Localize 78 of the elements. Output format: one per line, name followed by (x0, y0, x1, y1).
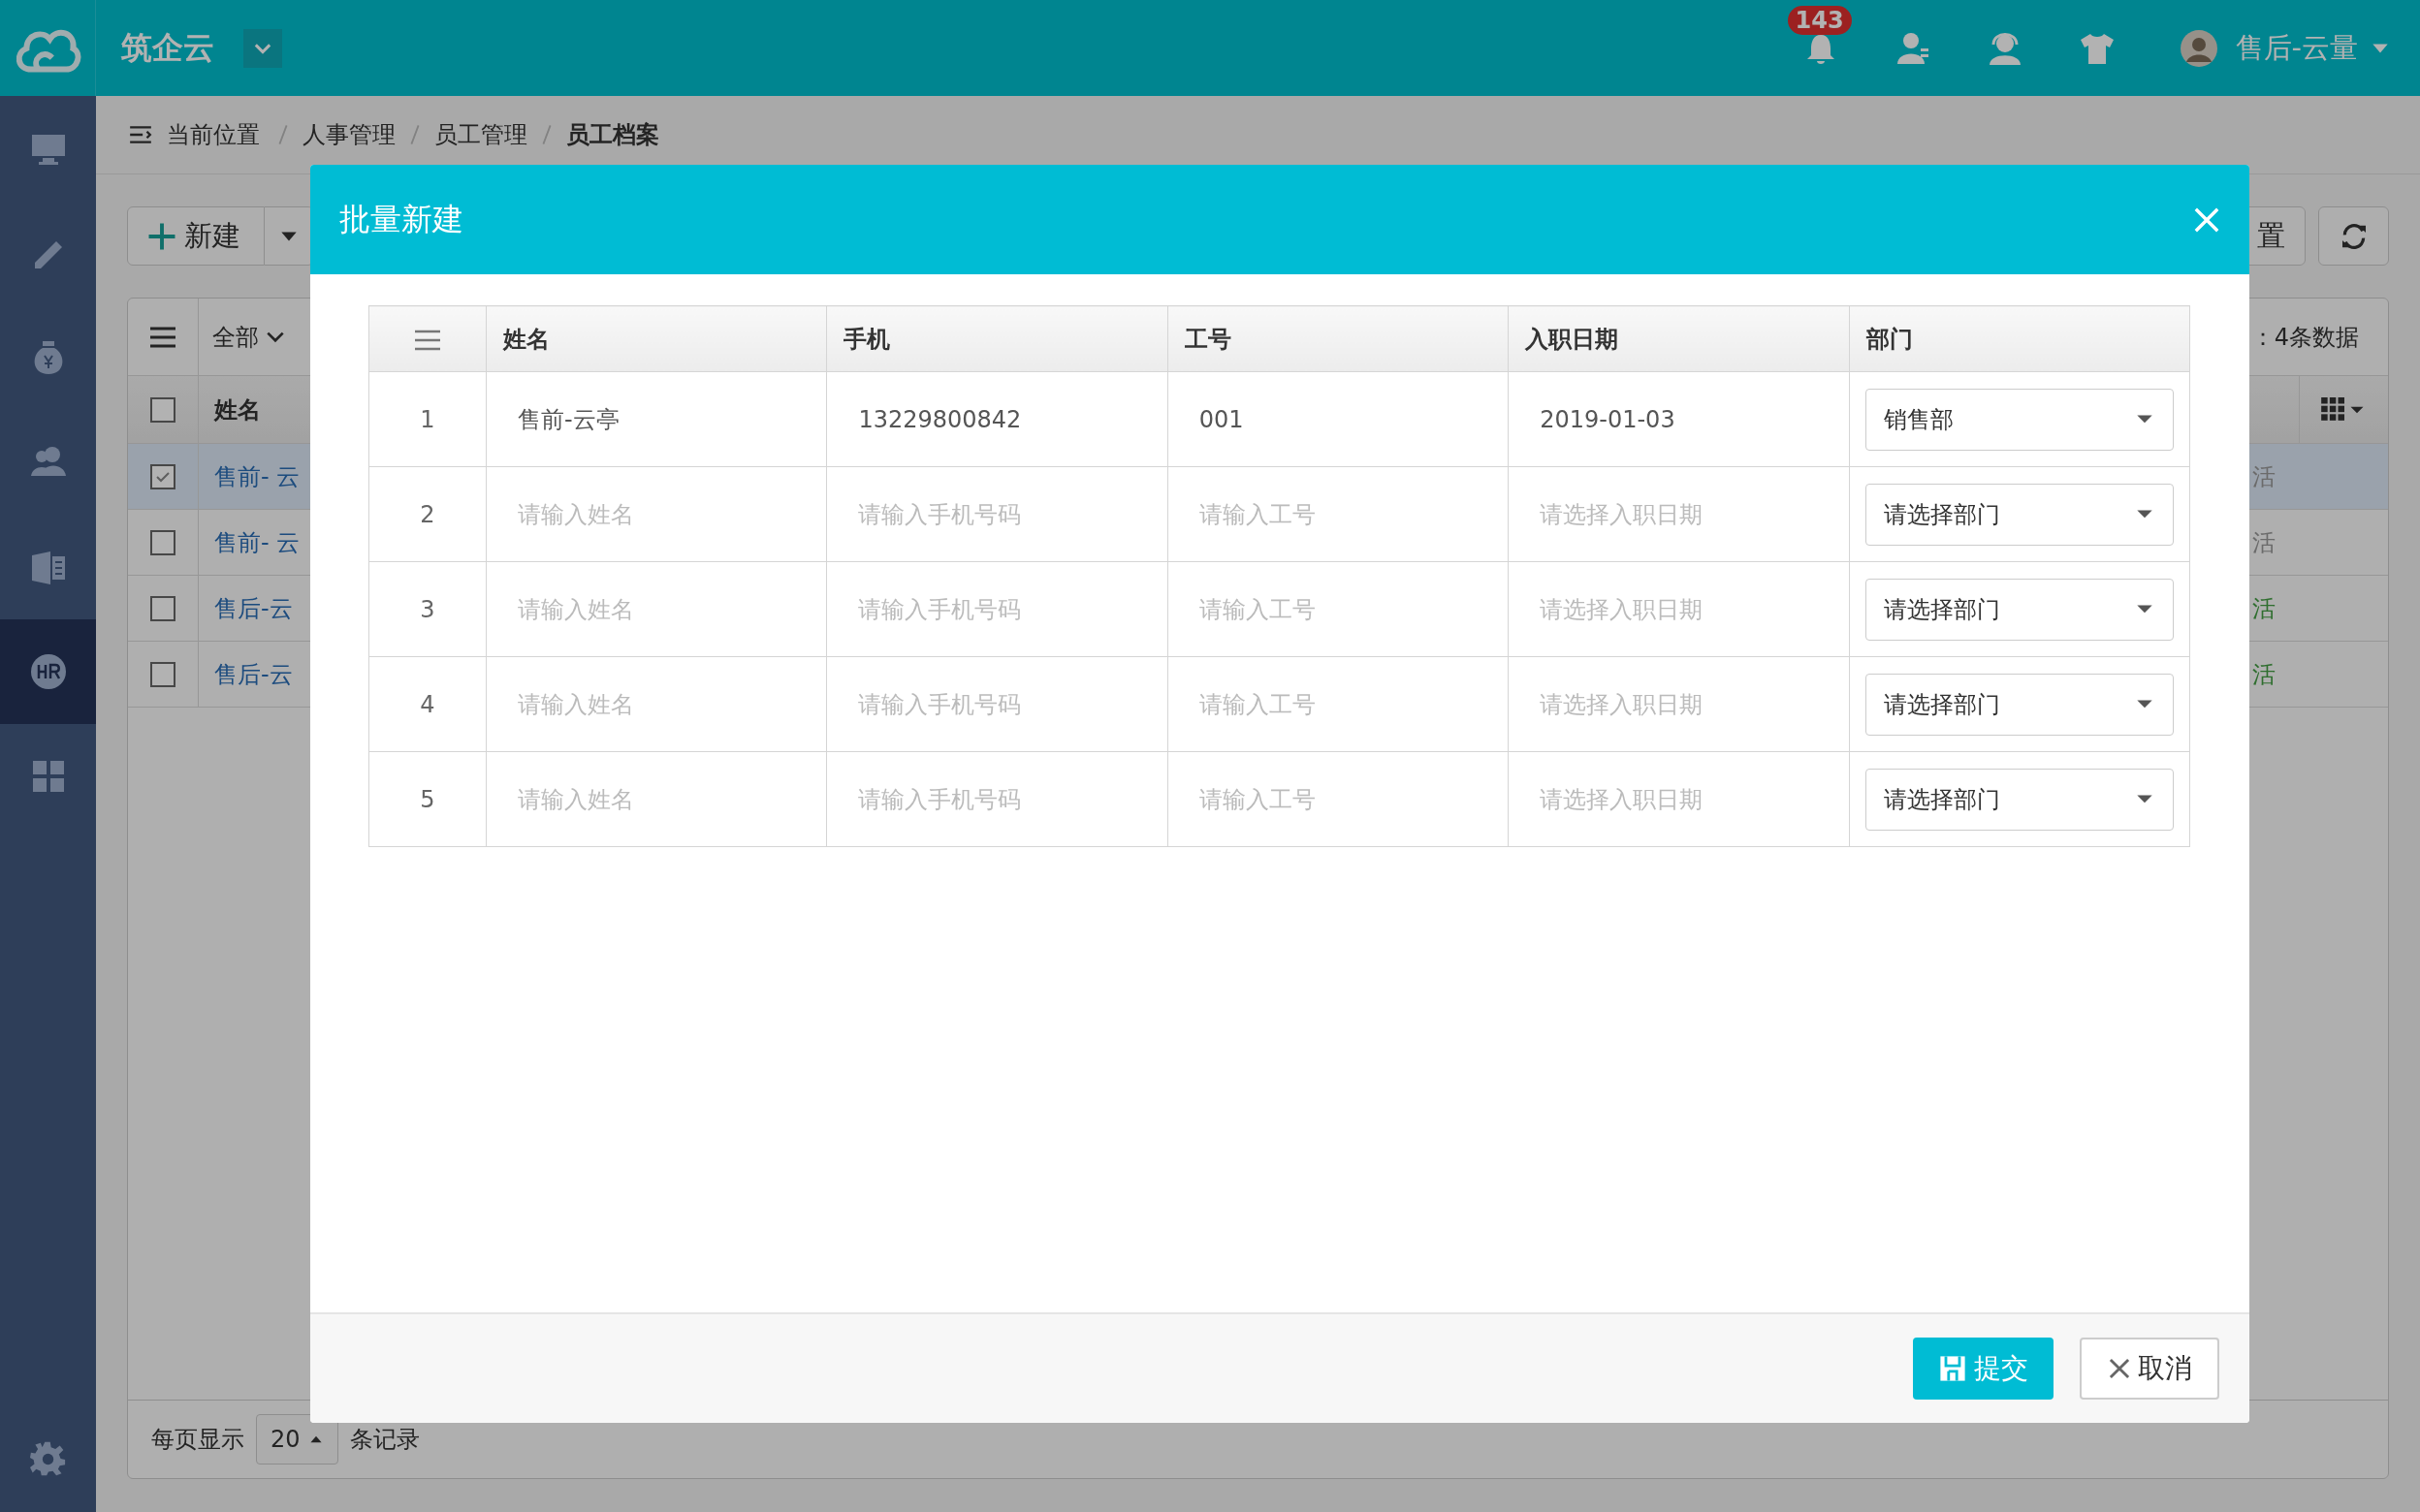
status-text: 活 (2252, 593, 2276, 624)
cancel-button[interactable]: 取消 (2080, 1338, 2219, 1400)
menu-icon[interactable] (148, 325, 177, 349)
row-number: 4 (420, 690, 435, 718)
department-select[interactable]: 请选择部门 (1864, 673, 2174, 736)
checkbox[interactable] (150, 661, 175, 687)
column-header: 工号 (1184, 325, 1231, 353)
row-number: 2 (420, 500, 435, 528)
checkbox[interactable] (150, 396, 175, 423)
column-header: 姓名 (214, 394, 261, 425)
column-header: 姓名 (503, 325, 550, 353)
status-text: 活 (2252, 527, 2276, 558)
page-size-label: 每页显示 (151, 1425, 244, 1455)
new-button[interactable]: 新建 (127, 206, 265, 266)
text-field[interactable]: 请输入工号 (1167, 562, 1509, 656)
menu-icon[interactable] (413, 328, 442, 352)
column-header: 入职日期 (1525, 325, 1619, 353)
record-count: ：4条数据 (2250, 322, 2359, 353)
text-field[interactable]: 请选择入职日期 (1509, 562, 1849, 656)
filter-dropdown[interactable]: 全部 (212, 321, 286, 353)
row-number: 5 (420, 785, 435, 813)
breadcrumb-separator-icon (409, 123, 421, 146)
breadcrumb-label: 当前位置 (167, 120, 260, 150)
dialog-title: 批量新建 (339, 199, 464, 239)
breadcrumb-item[interactable]: 员工管理 (434, 119, 527, 150)
text-field[interactable]: 13229800842 (827, 372, 1167, 466)
department-select[interactable]: 销售部 (1864, 388, 2174, 451)
breadcrumb-item[interactable]: 员工档案 (566, 119, 659, 150)
app-title: 筑企云 (121, 27, 214, 68)
indent-icon (128, 124, 153, 145)
checkbox[interactable] (150, 529, 175, 555)
close-icon (2107, 1356, 2132, 1381)
save-icon (1938, 1355, 1966, 1382)
text-field[interactable]: 2019-01-03 (1509, 372, 1849, 466)
status-text: 活 (2252, 659, 2276, 690)
refresh-button[interactable] (2318, 206, 2389, 266)
text-field[interactable]: 售前-云亭 (487, 372, 827, 466)
settings-icon[interactable] (29, 1441, 67, 1478)
column-header: 手机 (844, 325, 891, 353)
employee-name-link[interactable]: 售前- 云 (214, 526, 301, 558)
text-field[interactable]: 请输入姓名 (487, 562, 827, 656)
text-field[interactable]: 请输入手机号码 (827, 467, 1167, 561)
text-field[interactable]: 请选择入职日期 (1509, 657, 1849, 751)
department-select[interactable]: 请选择部门 (1864, 483, 2174, 546)
breadcrumb-separator-icon (541, 123, 553, 146)
hr-circle-icon (28, 652, 68, 691)
text-field[interactable]: 请选择入职日期 (1509, 752, 1849, 846)
checkbox[interactable] (150, 595, 175, 621)
row-number: 3 (420, 595, 435, 623)
text-field[interactable]: 请输入姓名 (487, 467, 827, 561)
text-field[interactable]: 请输入姓名 (487, 657, 827, 751)
text-field[interactable]: 请输入姓名 (487, 752, 827, 846)
sidebar-item[interactable] (0, 619, 96, 724)
page-size-suffix: 条记录 (349, 1425, 420, 1455)
text-field[interactable]: 001 (1167, 372, 1509, 466)
text-field[interactable]: 请输入手机号码 (827, 752, 1167, 846)
employee-name-link[interactable]: 售后-云 (214, 592, 293, 624)
breadcrumb-separator-icon (277, 123, 289, 146)
department-select[interactable]: 请选择部门 (1864, 768, 2174, 831)
text-field[interactable]: 请输入工号 (1167, 657, 1509, 751)
text-field[interactable]: 请输入手机号码 (827, 657, 1167, 751)
column-header: 部门 (1865, 325, 1913, 353)
row-number: 1 (420, 405, 435, 433)
dropdown-button[interactable] (243, 28, 282, 68)
text-field[interactable]: 请输入手机号码 (827, 562, 1167, 656)
text-field[interactable]: 请选择入职日期 (1509, 467, 1849, 561)
status-text: 活 (2252, 461, 2276, 492)
breadcrumb-item[interactable]: 人事管理 (302, 119, 396, 150)
text-field[interactable]: 请输入工号 (1167, 467, 1509, 561)
department-select[interactable]: 请选择部门 (1864, 578, 2174, 641)
notification-badge: 143 (1787, 5, 1852, 35)
employee-name-link[interactable]: 售后-云 (214, 658, 293, 690)
close-icon[interactable] (2193, 205, 2220, 234)
page-size-select[interactable]: 20 (256, 1414, 338, 1465)
plus-icon (147, 221, 176, 251)
checkbox[interactable] (150, 463, 175, 489)
avatar[interactable] (2179, 28, 2218, 68)
text-field[interactable]: 请输入工号 (1167, 752, 1509, 846)
